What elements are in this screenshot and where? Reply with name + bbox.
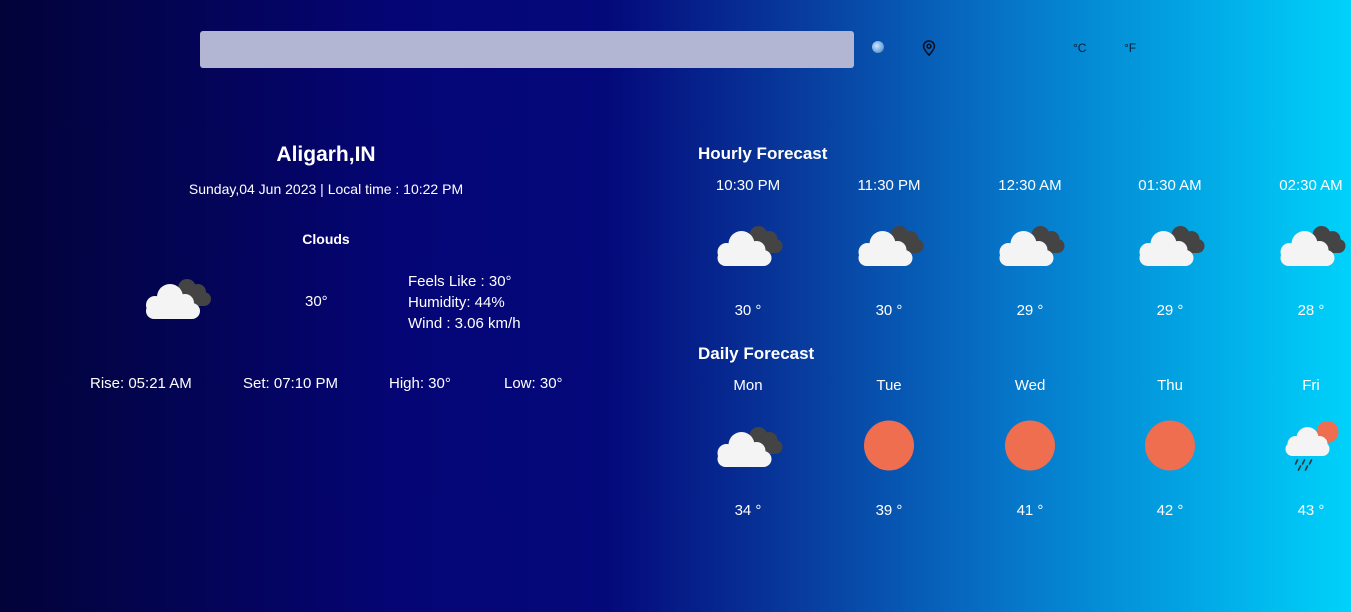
daily-temp: 42 ° xyxy=(1156,502,1184,519)
daily-temp: 39 ° xyxy=(875,502,903,519)
daily-forecast-title: Daily Forecast xyxy=(698,344,815,363)
local-datetime: Sunday,04 Jun 2023 | Local time : 10:22 … xyxy=(188,181,464,197)
hourly-time: 12:30 AM xyxy=(998,177,1062,194)
wind: Wind : 3.06 km/h xyxy=(408,315,521,332)
daily-temp: 34 ° xyxy=(734,502,762,519)
sun-icon xyxy=(993,418,1068,473)
sun-icon xyxy=(1133,418,1208,473)
hourly-time: 11:30 PM xyxy=(857,177,921,194)
hourly-time: 02:30 AM xyxy=(1279,177,1343,194)
sun-icon xyxy=(852,418,927,473)
hourly-temp: 29 ° xyxy=(1016,302,1044,319)
daily-day: Wed xyxy=(1014,377,1046,394)
feels-like: Feels Like : 30° xyxy=(408,273,512,290)
hourly-time: 10:30 PM xyxy=(715,177,781,194)
clouds-icon xyxy=(711,217,786,272)
fahrenheit-button[interactable]: °F xyxy=(1124,41,1136,55)
hourly-temp: 29 ° xyxy=(1156,302,1184,319)
sunrise: Rise: 05:21 AM xyxy=(90,375,192,392)
search-input[interactable] xyxy=(200,31,854,68)
daily-temp: 43 ° xyxy=(1297,502,1325,519)
clouds-icon xyxy=(139,270,214,325)
clouds-icon xyxy=(711,418,786,473)
rain-icon xyxy=(1274,418,1349,473)
weather-condition: Clouds xyxy=(302,231,350,247)
daily-day: Mon xyxy=(733,377,763,394)
hourly-forecast-title: Hourly Forecast xyxy=(698,144,828,163)
hourly-temp: 28 ° xyxy=(1297,302,1325,319)
daily-day: Thu xyxy=(1157,377,1183,394)
daily-temp: 41 ° xyxy=(1016,502,1044,519)
humidity: Humidity: 44% xyxy=(408,294,505,311)
daily-day: Fri xyxy=(1302,377,1320,394)
high-temp: High: 30° xyxy=(389,375,451,392)
search-icon[interactable] xyxy=(872,41,884,53)
low-temp: Low: 30° xyxy=(504,375,563,392)
clouds-icon xyxy=(1274,217,1349,272)
clouds-icon xyxy=(1133,217,1208,272)
clouds-icon xyxy=(993,217,1068,272)
current-temperature: 30° xyxy=(305,293,328,310)
daily-day: Tue xyxy=(876,377,902,394)
hourly-time: 01:30 AM xyxy=(1138,177,1202,194)
city-name: Aligarh,IN xyxy=(276,143,376,166)
clouds-icon xyxy=(852,217,927,272)
hourly-temp: 30 ° xyxy=(734,302,762,319)
celsius-button[interactable]: °C xyxy=(1073,41,1086,55)
sunset: Set: 07:10 PM xyxy=(243,375,339,392)
location-pin-icon[interactable] xyxy=(922,40,936,56)
hourly-temp: 30 ° xyxy=(875,302,903,319)
weather-details: Feels Like : 30° Humidity: 44% Wind : 3.… xyxy=(408,271,521,334)
